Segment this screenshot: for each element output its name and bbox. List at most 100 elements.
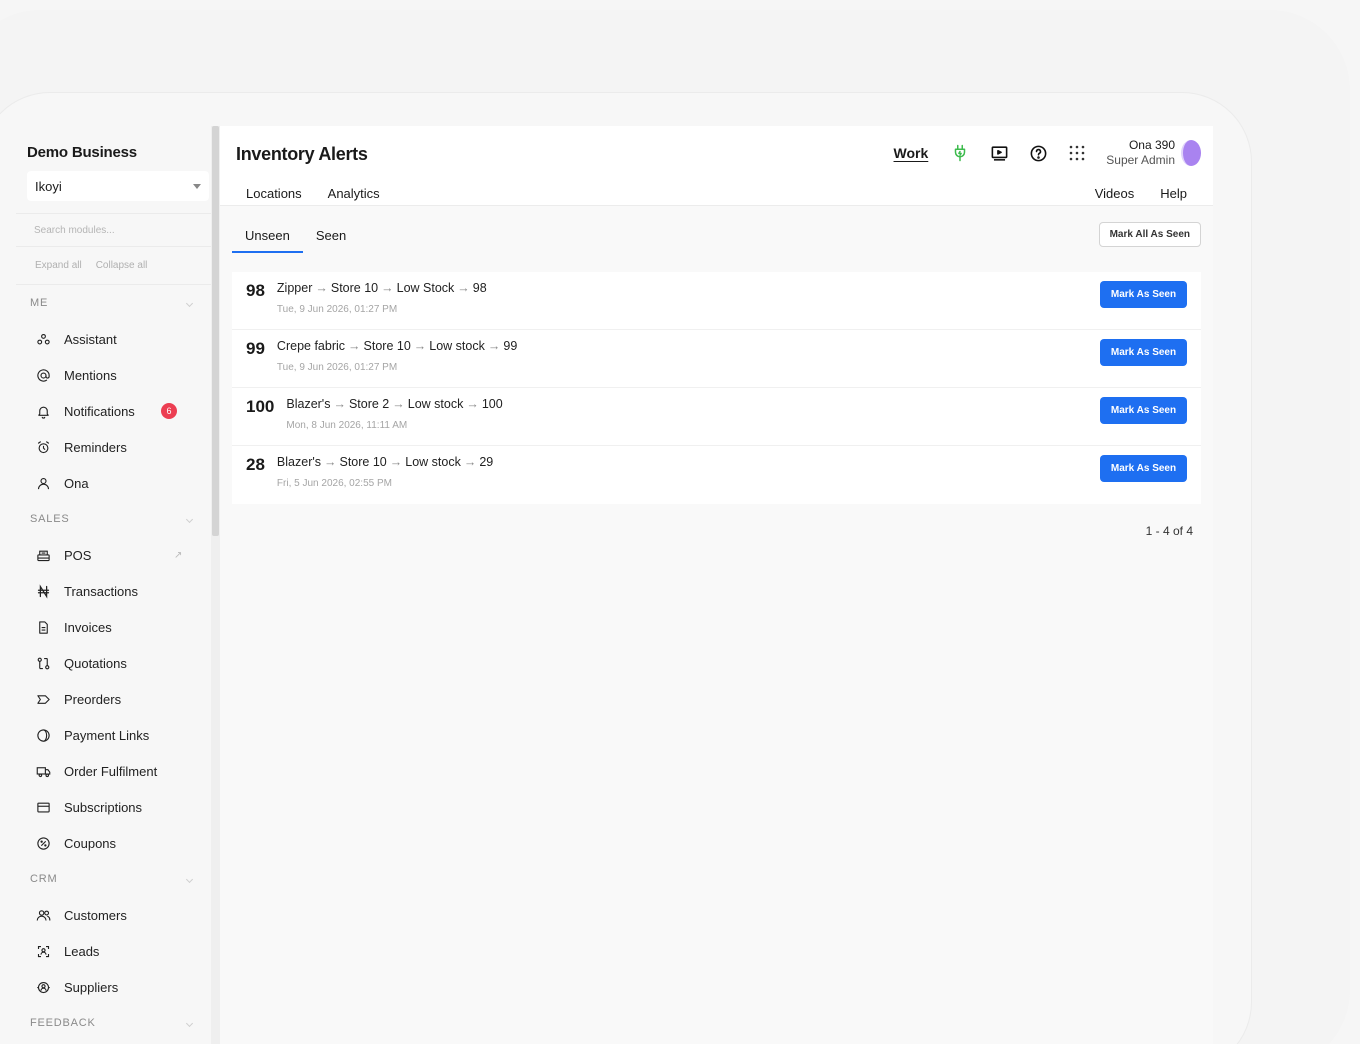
alert-store: Store 10 — [339, 455, 387, 469]
sidebar-item-coupons[interactable]: Coupons — [16, 825, 220, 861]
alert-title: Blazer's → Store 10 → Low stock → 29 — [277, 455, 493, 470]
subnav-videos[interactable]: Videos — [1095, 186, 1135, 201]
alert-list: 98 Zipper → Store 10 → Low Stock → 98 Tue, 9 Jun… — [232, 272, 1201, 504]
subnav-right: Videos Help — [1095, 186, 1187, 201]
alert-body: Blazer's → Store 10 → Low stock → 29 Fri, 5 Jun… — [277, 455, 493, 491]
section-feedback[interactable]: FEEDBACK — [16, 1005, 220, 1041]
naira-icon — [35, 583, 51, 599]
sidebar-item-transactions[interactable]: Transactions — [16, 573, 220, 609]
alert-quantity: 99 — [246, 339, 265, 358]
sidebar-item-label: Quotations — [64, 655, 127, 671]
arrow-right-icon: → — [348, 339, 361, 353]
sidebar-item-label: Mentions — [64, 367, 117, 383]
section-crm[interactable]: CRM — [16, 861, 220, 897]
alert-title: Zipper → Store 10 → Low Stock → 98 — [277, 281, 487, 296]
collapse-all-link[interactable]: Collapse all — [96, 260, 148, 271]
subnav-analytics[interactable]: Analytics — [328, 186, 380, 201]
sidebar-item-label: Suppliers — [64, 979, 119, 995]
sidebar-item-label: Payment Links — [64, 727, 150, 743]
sidebar-scroll-thumb[interactable] — [212, 126, 219, 536]
avatar[interactable] — [1181, 140, 1201, 166]
subnav-left: Locations Analytics — [246, 186, 380, 201]
alert-value: 98 — [472, 281, 487, 295]
sidebar-item-pos[interactable]: POS ↗ — [16, 537, 220, 573]
mark-all-as-seen-button[interactable]: Mark All As Seen — [1098, 222, 1201, 247]
subnav-locations[interactable]: Locations — [246, 186, 302, 201]
alert-value: 99 — [503, 339, 518, 353]
sidebar-item-assistant[interactable]: Assistant — [16, 321, 220, 357]
assistant-icon — [35, 331, 51, 347]
scan-user-icon — [35, 943, 51, 959]
user-name: Ona 390 — [1128, 138, 1175, 152]
pagination-info: 1 - 4 of 4 — [1145, 524, 1193, 538]
top-actions: Work Ona 390 Super Admin — [894, 138, 1201, 168]
sidebar-item-payment-links[interactable]: Payment Links — [16, 717, 220, 753]
arrow-right-icon: → — [463, 455, 477, 469]
user-info[interactable]: Ona 390 Super Admin — [1106, 138, 1175, 168]
alert-status: Low stock — [429, 339, 485, 353]
sidebar-item-invoices[interactable]: Invoices — [16, 609, 220, 645]
sidebar-item-label: Transactions — [64, 583, 138, 599]
apps-grid-icon[interactable] — [1067, 143, 1087, 163]
nav-sections: ME Assistant Mentions Notifications 6 Reminde… — [16, 285, 220, 1041]
sidebar-item-preorders[interactable]: Preorders — [16, 681, 220, 717]
alert-title: Blazer's → Store 2 → Low stock → 100 — [286, 397, 502, 412]
alert-row: 28 Blazer's → Store 10 → Low stock → 29 Fri, 5 J… — [232, 446, 1201, 504]
sidebar-item-customers[interactable]: Customers — [16, 897, 220, 933]
sidebar-item-order-fulfilment[interactable]: Order Fulfilment — [16, 753, 220, 789]
arrow-right-icon: → — [457, 281, 470, 295]
alert-quantity: 100 — [246, 397, 275, 416]
mark-as-seen-button[interactable]: Mark As Seen — [1100, 281, 1187, 308]
sidebar-scrollbar[interactable] — [211, 126, 220, 1044]
arrow-right-icon: → — [413, 339, 427, 353]
page-title: Inventory Alerts — [236, 144, 368, 164]
video-screen-icon[interactable] — [989, 143, 1009, 163]
sidebar-item-label: Reminders — [64, 439, 127, 455]
sidebar-item-suppliers[interactable]: Suppliers — [16, 969, 220, 1005]
alert-date: Fri, 5 Jun 2026, 02:55 PM — [276, 478, 392, 489]
arrow-right-icon: → — [392, 397, 405, 411]
tab-unseen[interactable]: Unseen — [232, 228, 303, 253]
mark-as-seen-button[interactable]: Mark As Seen — [1100, 339, 1187, 366]
alert-item: Blazer's — [286, 397, 331, 411]
arrow-right-icon: → — [487, 339, 501, 353]
alert-store: Store 10 — [363, 339, 411, 353]
sidebar-item-notifications[interactable]: Notifications 6 — [16, 393, 220, 429]
sidebar-item-subscriptions[interactable]: Subscriptions — [16, 789, 220, 825]
external-link-icon[interactable]: ↗ — [174, 550, 182, 561]
plug-icon[interactable] — [950, 143, 970, 163]
section-sales[interactable]: SALES — [16, 501, 220, 537]
chevron-down-icon — [185, 299, 194, 307]
mark-as-seen-button[interactable]: Mark As Seen — [1100, 397, 1187, 424]
card-icon — [35, 799, 51, 815]
document-icon — [35, 619, 51, 635]
sidebar-item-leads[interactable]: Leads — [16, 933, 220, 969]
section-label: FEEDBACK — [30, 1017, 96, 1029]
help-circle-icon[interactable] — [1028, 143, 1048, 163]
alert-title: Crepe fabric → Store 10 → Low stock → 99 — [277, 339, 517, 354]
alert-quantity: 28 — [246, 455, 265, 474]
bell-icon — [35, 403, 51, 419]
subnav-help[interactable]: Help — [1160, 186, 1187, 201]
sidebar-item-reminders[interactable]: Reminders — [16, 429, 220, 465]
sidebar-item-label: Preorders — [64, 691, 122, 707]
expand-collapse-row: Expand all Collapse all — [16, 247, 220, 285]
arrow-right-icon: → — [324, 455, 337, 469]
truck-icon — [35, 763, 51, 779]
sidebar-item-label: Leads — [64, 943, 100, 959]
expand-all-link[interactable]: Expand all — [35, 260, 82, 271]
section-me[interactable]: ME — [16, 285, 220, 321]
arrow-right-icon: → — [389, 455, 403, 469]
sidebar-item-label: Invoices — [64, 619, 112, 635]
alert-row: 98 Zipper → Store 10 → Low Stock → 98 Tue, 9 Jun… — [232, 272, 1201, 330]
work-link[interactable]: Work — [894, 145, 929, 161]
sidebar-item-mentions[interactable]: Mentions — [16, 357, 220, 393]
sidebar-item-ona[interactable]: Ona — [16, 465, 220, 501]
search-modules-input[interactable]: Search modules... — [16, 213, 220, 247]
sidebar: Demo Business Ikoyi Search modules... Ex… — [0, 126, 220, 1044]
app-window: Demo Business Ikoyi Search modules... Ex… — [0, 126, 1213, 1044]
mark-as-seen-button[interactable]: Mark As Seen — [1100, 455, 1187, 482]
location-select[interactable]: Ikoyi — [27, 171, 209, 201]
sidebar-item-quotations[interactable]: Quotations — [16, 645, 220, 681]
tab-seen[interactable]: Seen — [303, 228, 359, 253]
